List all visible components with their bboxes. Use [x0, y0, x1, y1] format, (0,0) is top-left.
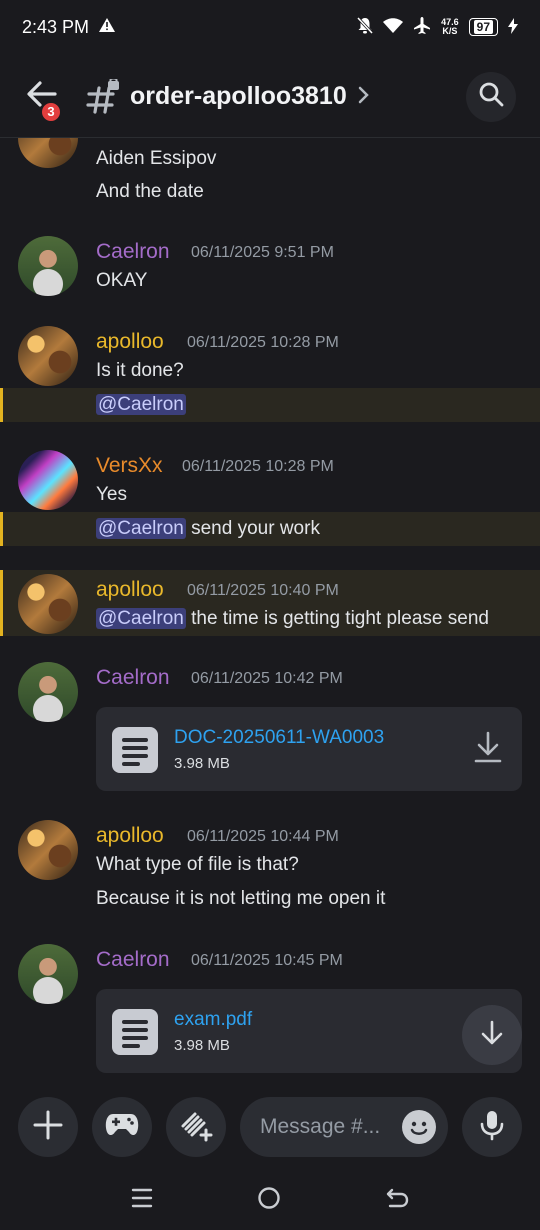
status-time: 2:43 PM — [22, 16, 90, 37]
add-attachment-button[interactable] — [18, 1097, 78, 1157]
avatar[interactable] — [18, 236, 78, 296]
bell-muted-icon — [357, 16, 374, 37]
plus-icon — [33, 1110, 63, 1145]
message-username[interactable]: VersXx — [96, 454, 163, 478]
avatar[interactable] — [18, 138, 78, 168]
magic-wand-icon — [179, 1108, 213, 1147]
file-size: 3.98 MB — [174, 755, 230, 772]
net-speed: 47.6 K/S — [441, 18, 459, 36]
download-icon — [473, 731, 503, 768]
microphone-icon — [479, 1109, 505, 1146]
net-speed-unit: K/S — [442, 26, 458, 36]
search-button[interactable] — [466, 71, 516, 122]
emoji-icon[interactable] — [402, 1110, 436, 1144]
download-button[interactable] — [470, 731, 506, 767]
chevron-right-icon[interactable] — [357, 84, 369, 110]
user-mention[interactable]: @Caelron — [96, 518, 186, 539]
unread-badge: 3 — [40, 100, 62, 123]
message-username[interactable]: Caelron — [96, 948, 170, 972]
file-attachment[interactable]: DOC-20250611-WA0003 3.98 MB — [96, 707, 522, 791]
gamepad-icon — [105, 1112, 139, 1143]
message-timestamp: 06/11/2025 10:45 PM — [191, 952, 343, 969]
user-mention[interactable]: @Caelron — [96, 394, 186, 415]
message-text: Because it is not letting me open it — [96, 888, 386, 909]
download-icon — [479, 1020, 505, 1051]
message-input-container[interactable] — [240, 1097, 448, 1157]
file-name[interactable]: exam.pdf — [174, 1009, 252, 1031]
back-nav-button[interactable] — [385, 1187, 409, 1214]
file-name[interactable]: DOC-20250611-WA0003 — [174, 727, 384, 749]
message-timestamp: 06/11/2025 10:28 PM — [182, 458, 334, 475]
channel-header: 3 order-apolloo3810 — [0, 56, 540, 138]
avatar[interactable] — [18, 820, 78, 880]
message-text: @Caelron — [96, 394, 186, 416]
apps-button[interactable] — [166, 1097, 226, 1157]
avatar[interactable] — [18, 326, 78, 386]
message-timestamp: 06/11/2025 10:44 PM — [187, 828, 339, 845]
document-icon — [112, 1009, 158, 1055]
message-text: And the date — [96, 181, 204, 202]
avatar[interactable] — [18, 450, 78, 510]
document-icon — [112, 727, 158, 773]
system-nav-bar — [0, 1170, 540, 1230]
message-username[interactable]: apolloo — [96, 824, 164, 848]
user-mention[interactable]: @Caelron — [96, 608, 186, 629]
mention-highlight — [0, 388, 540, 422]
message-text: @Caelron send your work — [96, 518, 320, 540]
home-button[interactable] — [256, 1185, 282, 1216]
message-username[interactable]: apolloo — [96, 578, 164, 602]
search-icon — [478, 81, 504, 112]
message-text: Yes — [96, 484, 127, 505]
message-timestamp: 06/11/2025 10:40 PM — [187, 582, 339, 599]
channel-hash-lock-icon — [86, 77, 120, 115]
message-timestamp: 06/11/2025 10:42 PM — [191, 670, 343, 687]
message-text: @Caelron the time is getting tight pleas… — [96, 608, 489, 630]
message-timestamp: 06/11/2025 9:51 PM — [191, 244, 334, 261]
message-input[interactable] — [260, 1115, 402, 1139]
message-text-rest: the time is getting tight please send — [191, 608, 489, 629]
channel-name[interactable]: order-apolloo3810 — [130, 82, 347, 111]
status-bar: 2:43 PM 47.6 K/S 97 — [0, 0, 540, 54]
activities-button[interactable] — [92, 1097, 152, 1157]
message-text-rest: send your work — [191, 518, 320, 539]
avatar[interactable] — [18, 662, 78, 722]
message-username[interactable]: apolloo — [96, 330, 164, 354]
status-icons: 47.6 K/S 97 — [357, 16, 518, 38]
download-button[interactable] — [462, 1005, 522, 1065]
message-text: Is it done? — [96, 360, 184, 381]
message-text: Aiden Essipov — [96, 148, 217, 169]
message-list[interactable]: Aiden Essipov And the date Caelron 06/11… — [0, 138, 540, 1084]
message-text: OKAY — [96, 270, 148, 291]
message-text: What type of file is that? — [96, 854, 299, 875]
message-timestamp: 06/11/2025 10:28 PM — [187, 334, 339, 351]
avatar[interactable] — [18, 944, 78, 1004]
avatar[interactable] — [18, 574, 78, 634]
message-username[interactable]: Caelron — [96, 240, 170, 264]
recent-apps-button[interactable] — [131, 1187, 153, 1214]
airplane-icon — [413, 16, 431, 38]
back-button[interactable]: 3 — [24, 79, 62, 123]
file-attachment[interactable]: exam.pdf 3.98 MB — [96, 989, 522, 1073]
battery-indicator: 97 — [468, 18, 498, 36]
warning-icon — [99, 18, 116, 36]
file-size: 3.98 MB — [174, 1037, 230, 1054]
message-username[interactable]: Caelron — [96, 666, 170, 690]
composer-bar — [0, 1084, 540, 1170]
wifi-icon — [383, 17, 404, 37]
battery-level: 97 — [473, 20, 493, 34]
voice-message-button[interactable] — [462, 1097, 522, 1157]
charging-icon — [508, 17, 518, 37]
